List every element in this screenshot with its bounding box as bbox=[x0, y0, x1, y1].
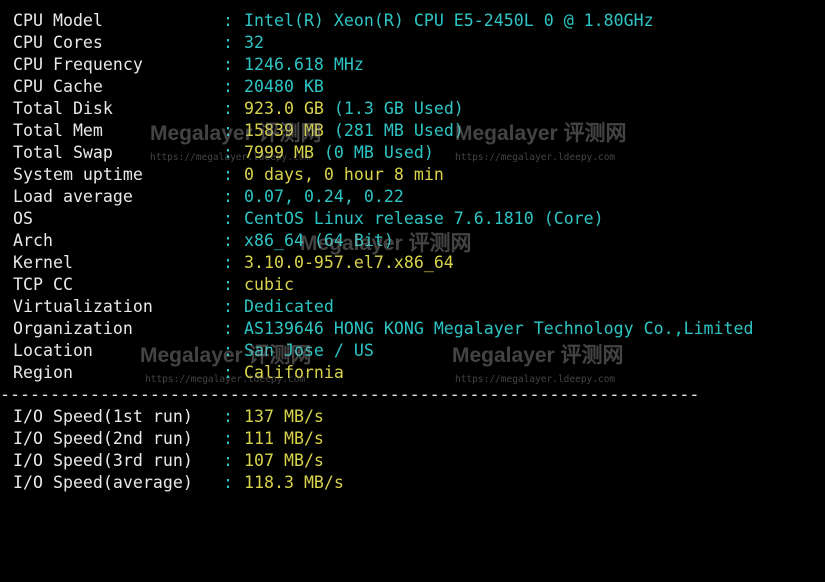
info-label: Region bbox=[13, 363, 73, 382]
io-value: 107 MB/s bbox=[244, 451, 324, 470]
io-line-1st-run: I/O Speed(1st run) : 137 MB/s bbox=[13, 406, 324, 428]
info-label: Arch bbox=[13, 231, 53, 250]
io-separator: : bbox=[223, 407, 233, 426]
info-label: CPU Cores bbox=[13, 33, 103, 52]
info-line-cpu-frequency: CPU Frequency : 1246.618 MHz bbox=[13, 54, 364, 76]
info-separator: : bbox=[223, 55, 233, 74]
io-line-2nd-run: I/O Speed(2nd run) : 111 MB/s bbox=[13, 428, 324, 450]
io-line-average: I/O Speed(average) : 118.3 MB/s bbox=[13, 472, 344, 494]
info-value: 923.0 GB (1.3 GB Used) bbox=[244, 98, 464, 120]
info-value: 7999 MB (0 MB Used) bbox=[244, 142, 434, 164]
info-value-main: 7999 MB bbox=[244, 143, 314, 162]
info-separator: : bbox=[223, 297, 233, 316]
io-separator: : bbox=[223, 429, 233, 448]
info-line-total-swap: Total Swap : 7999 MB (0 MB Used) bbox=[13, 142, 434, 164]
info-value: 32 bbox=[244, 33, 264, 52]
info-value: 3.10.0-957.el7.x86_64 bbox=[244, 253, 454, 272]
info-line-total-mem: Total Mem : 15839 MB (281 MB Used) bbox=[13, 120, 464, 142]
info-label: CPU Cache bbox=[13, 77, 103, 96]
info-separator: : bbox=[223, 143, 233, 162]
info-separator: : bbox=[223, 121, 233, 140]
info-line-cpu-model: CPU Model : Intel(R) Xeon(R) CPU E5-2450… bbox=[13, 10, 654, 32]
info-line-organization: Organization : AS139646 HONG KONG Megala… bbox=[13, 318, 754, 340]
info-value-detail: (1.3 GB Used) bbox=[323, 99, 464, 118]
watermark-url: https://megalayer.ldeepy.com bbox=[455, 152, 616, 163]
watermark-title: Megalayer 评测网 bbox=[452, 344, 624, 367]
info-separator: : bbox=[223, 253, 233, 272]
info-line-os: OS : CentOS Linux release 7.6.1810 (Core… bbox=[13, 208, 604, 230]
io-label: I/O Speed(3rd run) bbox=[13, 451, 193, 470]
terminal-output: CPU Model : Intel(R) Xeon(R) CPU E5-2450… bbox=[0, 0, 825, 500]
info-line-kernel: Kernel : 3.10.0-957.el7.x86_64 bbox=[13, 252, 454, 274]
info-separator: : bbox=[223, 341, 233, 360]
info-value: 15839 MB (281 MB Used) bbox=[244, 120, 464, 142]
info-label: Location bbox=[13, 341, 93, 360]
io-label: I/O Speed(1st run) bbox=[13, 407, 193, 426]
info-value: 20480 KB bbox=[244, 77, 324, 96]
info-line-arch: Arch : x86_64 (64 Bit) bbox=[13, 230, 394, 252]
info-line-location: Location : San Jose / US bbox=[13, 340, 374, 362]
io-value: 118.3 MB/s bbox=[244, 473, 344, 492]
info-label: OS bbox=[13, 209, 33, 228]
info-line-system-uptime: System uptime : 0 days, 0 hour 8 min bbox=[13, 164, 444, 186]
info-value-main: 15839 MB bbox=[244, 121, 324, 140]
info-value-main: 923.0 GB bbox=[244, 99, 324, 118]
io-separator: : bbox=[223, 473, 233, 492]
info-separator: : bbox=[223, 187, 233, 206]
info-value: cubic bbox=[244, 275, 294, 294]
info-separator: : bbox=[223, 33, 233, 52]
info-label: Total Mem bbox=[13, 121, 103, 140]
info-line-load-average: Load average : 0.07, 0.24, 0.22 bbox=[13, 186, 404, 208]
watermark-title: Megalayer 评测网 bbox=[455, 122, 627, 145]
info-value-detail: (0 MB Used) bbox=[313, 143, 434, 162]
io-label: I/O Speed(average) bbox=[13, 473, 193, 492]
info-separator: : bbox=[223, 209, 233, 228]
info-separator: : bbox=[223, 165, 233, 184]
info-line-total-disk: Total Disk : 923.0 GB (1.3 GB Used) bbox=[13, 98, 464, 120]
io-label: I/O Speed(2nd run) bbox=[13, 429, 193, 448]
info-value: 0 days, 0 hour 8 min bbox=[244, 165, 444, 184]
info-separator: : bbox=[223, 275, 233, 294]
info-label: Kernel bbox=[13, 253, 73, 272]
info-label: Organization bbox=[13, 319, 133, 338]
info-value: x86_64 (64 Bit) bbox=[244, 231, 394, 250]
info-separator: : bbox=[223, 77, 233, 96]
info-label: Total Swap bbox=[13, 143, 113, 162]
info-label: System uptime bbox=[13, 165, 143, 184]
dash-divider: ----------------------------------------… bbox=[0, 385, 700, 404]
io-separator: : bbox=[223, 451, 233, 470]
info-value-detail: (281 MB Used) bbox=[323, 121, 464, 140]
info-value: San Jose / US bbox=[244, 341, 374, 360]
info-value: 0.07, 0.24, 0.22 bbox=[244, 187, 404, 206]
info-separator: : bbox=[223, 363, 233, 382]
info-label: Total Disk bbox=[13, 99, 113, 118]
info-label: Load average bbox=[13, 187, 133, 206]
info-line-tcp-cc: TCP CC : cubic bbox=[13, 274, 294, 296]
info-label: CPU Frequency bbox=[13, 55, 143, 74]
info-value: Dedicated bbox=[244, 297, 334, 316]
io-value: 111 MB/s bbox=[244, 429, 324, 448]
info-label: CPU Model bbox=[13, 11, 103, 30]
io-line-3rd-run: I/O Speed(3rd run) : 107 MB/s bbox=[13, 450, 324, 472]
info-value: 1246.618 MHz bbox=[244, 55, 364, 74]
info-line-cpu-cores: CPU Cores : 32 bbox=[13, 32, 264, 54]
info-separator: : bbox=[223, 11, 233, 30]
info-separator: : bbox=[223, 99, 233, 118]
info-value: Intel(R) Xeon(R) CPU E5-2450L 0 @ 1.80GH… bbox=[244, 11, 654, 30]
info-value: California bbox=[244, 363, 344, 382]
io-value: 137 MB/s bbox=[244, 407, 324, 426]
info-line-region: Region : California bbox=[13, 362, 344, 384]
info-separator: : bbox=[223, 319, 233, 338]
info-separator: : bbox=[223, 231, 233, 250]
info-line-virtualization: Virtualization : Dedicated bbox=[13, 296, 334, 318]
info-value: AS139646 HONG KONG Megalayer Technology … bbox=[244, 319, 754, 338]
info-value: CentOS Linux release 7.6.1810 (Core) bbox=[244, 209, 604, 228]
info-label: Virtualization bbox=[13, 297, 153, 316]
info-label: TCP CC bbox=[13, 275, 73, 294]
info-line-cpu-cache: CPU Cache : 20480 KB bbox=[13, 76, 324, 98]
